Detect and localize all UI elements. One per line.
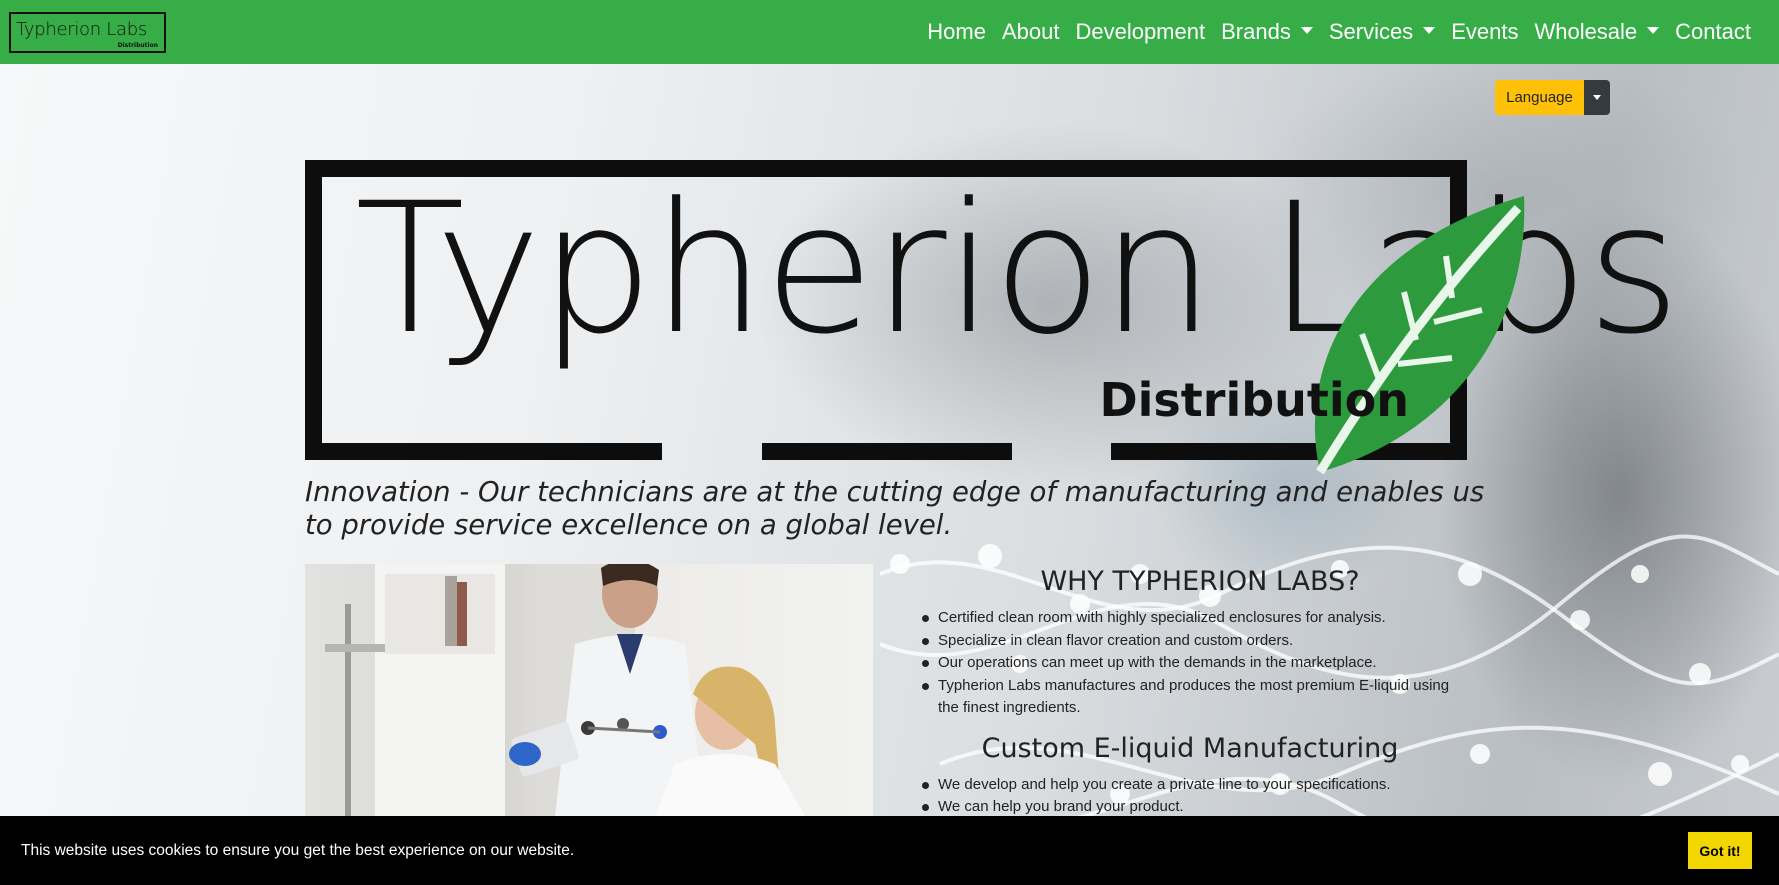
- custom-list: We develop and help you create a private…: [920, 774, 1460, 819]
- custom-heading: Custom E-liquid Manufacturing: [981, 732, 1399, 764]
- cookie-banner: This website uses cookies to ensure you …: [0, 816, 1779, 885]
- nav-development[interactable]: Development: [1067, 19, 1213, 45]
- nav-about[interactable]: About: [994, 19, 1068, 45]
- brand-logo[interactable]: Typherion Labs Distribution: [9, 11, 166, 53]
- brand-subtext: Distribution: [117, 41, 158, 49]
- scientists-photo: [305, 564, 873, 816]
- nav-services-dropdown[interactable]: Services: [1321, 19, 1443, 45]
- hero-logo: Typherion Labs Distribution: [305, 160, 1681, 475]
- nav-events[interactable]: Events: [1443, 19, 1526, 45]
- nav-development-label: Development: [1075, 19, 1206, 44]
- main-navbar: Typherion Labs Distribution Home About D…: [0, 0, 1779, 64]
- nav-links: Home About Development Brands Services E…: [919, 19, 1759, 45]
- language-selector: Language: [1495, 80, 1610, 115]
- cookie-message: This website uses cookies to ensure you …: [21, 841, 575, 859]
- nav-wholesale-label: Wholesale: [1534, 19, 1638, 44]
- caret-down-icon: [1647, 26, 1660, 34]
- nav-home-label: Home: [927, 19, 986, 44]
- nav-home[interactable]: Home: [919, 19, 994, 45]
- nav-services-label: Services: [1328, 19, 1414, 44]
- list-item: Specialize in clean flavor creation and …: [920, 630, 1460, 653]
- why-section: WHY TYPHERION LABS? Certified clean room…: [920, 564, 1460, 819]
- list-item: Our operations can meet up with the dema…: [920, 652, 1460, 675]
- nav-wholesale-dropdown[interactable]: Wholesale: [1526, 19, 1667, 45]
- list-item: Certified clean room with highly special…: [920, 607, 1460, 630]
- caret-down-icon: [1300, 26, 1313, 34]
- nav-brands-dropdown[interactable]: Brands: [1213, 19, 1321, 45]
- why-heading: WHY TYPHERION LABS?: [1040, 566, 1360, 597]
- leaf-icon: [1314, 196, 1525, 475]
- cookie-accept-button[interactable]: Got it!: [1688, 832, 1752, 869]
- caret-down-icon: [1423, 26, 1436, 34]
- caret-down-icon: [1593, 95, 1601, 100]
- nav-contact-label: Contact: [1675, 19, 1751, 44]
- list-item: Typherion Labs manufactures and produces…: [920, 675, 1460, 720]
- nav-contact[interactable]: Contact: [1667, 19, 1759, 45]
- why-list: Certified clean room with highly special…: [920, 607, 1460, 720]
- nav-events-label: Events: [1451, 19, 1519, 44]
- language-button[interactable]: Language: [1495, 80, 1584, 115]
- logo-subtitle: Distribution: [1099, 373, 1409, 427]
- language-dropdown-toggle[interactable]: [1584, 80, 1610, 115]
- nav-about-label: About: [1001, 19, 1060, 44]
- nav-brands-label: Brands: [1221, 19, 1291, 44]
- list-item: We develop and help you create a private…: [920, 774, 1460, 797]
- hero-tagline: Innovation - Our technicians are at the …: [305, 476, 1485, 541]
- brand-text: Typherion Labs: [16, 18, 147, 40]
